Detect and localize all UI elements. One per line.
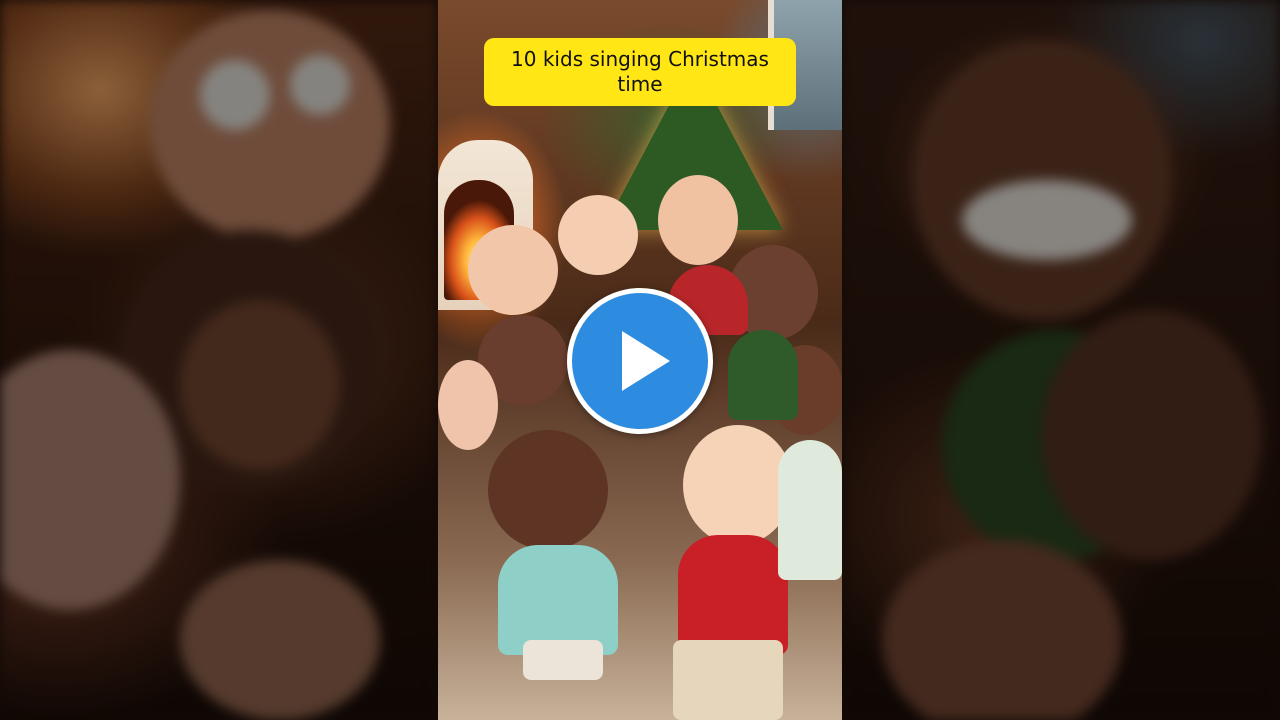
kid-face bbox=[488, 430, 608, 550]
play-button[interactable] bbox=[567, 288, 713, 434]
play-icon bbox=[622, 331, 670, 391]
kid-face bbox=[558, 195, 638, 275]
kid-shirt bbox=[778, 440, 842, 580]
kid-face bbox=[438, 360, 498, 450]
video-title: 10 kids singing Christmas time bbox=[511, 47, 769, 96]
video-title-badge: 10 kids singing Christmas time bbox=[484, 38, 796, 106]
kid-shirt bbox=[728, 330, 798, 420]
blurred-background-right bbox=[842, 0, 1280, 720]
kid-face bbox=[468, 225, 558, 315]
kid-face bbox=[658, 175, 738, 265]
kid-face bbox=[683, 425, 793, 545]
kid-shirt bbox=[498, 545, 618, 655]
video-thumbnail[interactable]: 10 kids singing Christmas time bbox=[0, 0, 1280, 720]
kid-pants bbox=[523, 640, 603, 680]
blurred-background-left bbox=[0, 0, 438, 720]
kid-shirt bbox=[678, 535, 788, 655]
kid-pants bbox=[673, 640, 783, 720]
